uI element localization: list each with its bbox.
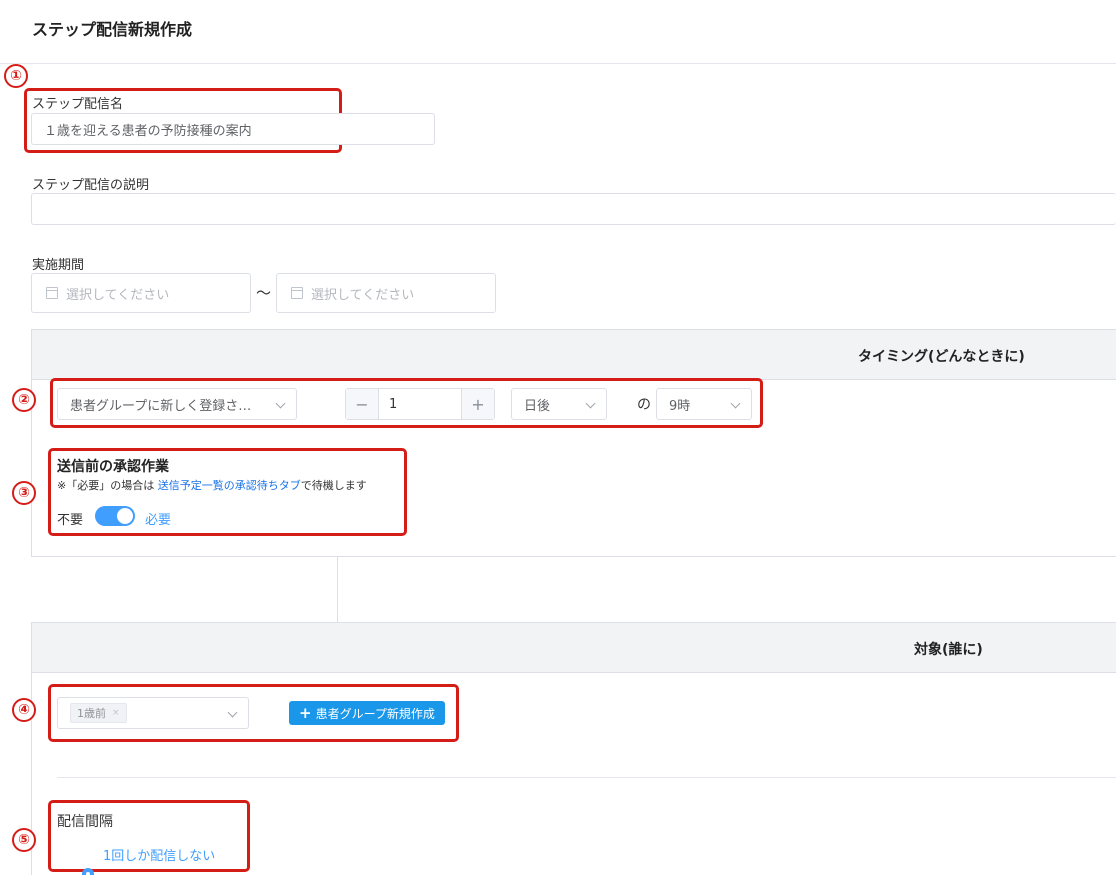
- step-description-label: ステップ配信の説明: [32, 178, 150, 193]
- annotation-marker-2: ②: [12, 388, 36, 412]
- step-name-label: ステップ配信名: [32, 97, 124, 112]
- period-separator: 〜: [256, 284, 272, 302]
- header-divider: [0, 63, 1116, 64]
- chevron-down-icon: [585, 398, 596, 409]
- page-title: ステップ配信新規作成: [32, 20, 193, 39]
- annotation-marker-3: ③: [12, 481, 36, 505]
- interval-label: 配信間隔: [57, 814, 113, 830]
- start-date-placeholder: 選択してください: [66, 287, 170, 303]
- approval-tab-link[interactable]: 送信予定一覧の承認待ちタブ: [158, 479, 301, 492]
- step-name-input[interactable]: １歳を迎える患者の予防接種の案内: [31, 113, 435, 145]
- start-date-picker[interactable]: 選択してください: [31, 273, 251, 313]
- approval-title: 送信前の承認作業: [57, 459, 169, 475]
- approval-note-suffix: で待機します: [300, 479, 367, 492]
- approval-note: ※「必要」の場合は 送信予定一覧の承認待ちタブで待機します: [57, 477, 367, 493]
- end-date-picker[interactable]: 選択してください: [276, 273, 496, 313]
- new-patient-group-button[interactable]: + 患者グループ新規作成: [289, 701, 445, 725]
- new-patient-group-label: 患者グループ新規作成: [315, 706, 435, 721]
- chevron-down-icon: [730, 398, 741, 409]
- annotation-marker-1: ①: [4, 64, 28, 88]
- interval-option-label[interactable]: 1回しか配信しない: [103, 845, 215, 864]
- approval-toggle[interactable]: [95, 506, 135, 526]
- period-label: 実施期間: [32, 258, 85, 273]
- target-header-title: 対象(誰に): [914, 642, 983, 658]
- unit-select-value: 日後: [524, 398, 551, 414]
- trigger-select[interactable]: 患者グループに新しく登録さ…: [57, 388, 297, 420]
- increment-button[interactable]: +: [462, 389, 494, 419]
- decrement-button[interactable]: −: [346, 389, 378, 419]
- annotation-marker-4: ④: [12, 698, 36, 722]
- chevron-down-icon: [227, 707, 238, 718]
- approval-note-prefix: ※「必要」の場合は: [57, 479, 158, 492]
- group-tag: 1歳前 ×: [70, 703, 127, 723]
- approval-on-label: 必要: [145, 513, 172, 528]
- timing-header-title: タイミング(どんなときに): [858, 349, 1025, 365]
- section-divider: [57, 777, 1116, 778]
- step-description-input[interactable]: [31, 193, 1116, 225]
- hour-select-value: 9時: [669, 398, 691, 414]
- unit-select[interactable]: 日後: [511, 388, 607, 420]
- end-date-placeholder: 選択してください: [311, 287, 415, 303]
- day-stepper[interactable]: − 1 +: [345, 388, 495, 420]
- timing-panel-header: タイミング(どんなときに): [32, 330, 1116, 380]
- interval-radio[interactable]: [82, 868, 94, 875]
- target-panel-header: 対象(誰に): [32, 623, 1116, 673]
- group-tag-label: 1歳前: [77, 707, 106, 720]
- day-count-value[interactable]: 1: [378, 389, 462, 419]
- annotation-marker-5: ⑤: [12, 828, 36, 852]
- tag-close-icon[interactable]: ×: [112, 708, 120, 718]
- no-label: の: [637, 397, 651, 413]
- connector-line: [337, 557, 338, 623]
- chevron-down-icon: [275, 398, 286, 409]
- calendar-icon: [46, 287, 58, 299]
- calendar-icon: [291, 287, 303, 299]
- trigger-select-value: 患者グループに新しく登録さ…: [70, 398, 252, 414]
- patient-group-select[interactable]: 1歳前 ×: [57, 697, 249, 729]
- plus-icon: +: [299, 704, 312, 722]
- hour-select[interactable]: 9時: [656, 388, 752, 420]
- approval-off-label: 不要: [57, 513, 84, 528]
